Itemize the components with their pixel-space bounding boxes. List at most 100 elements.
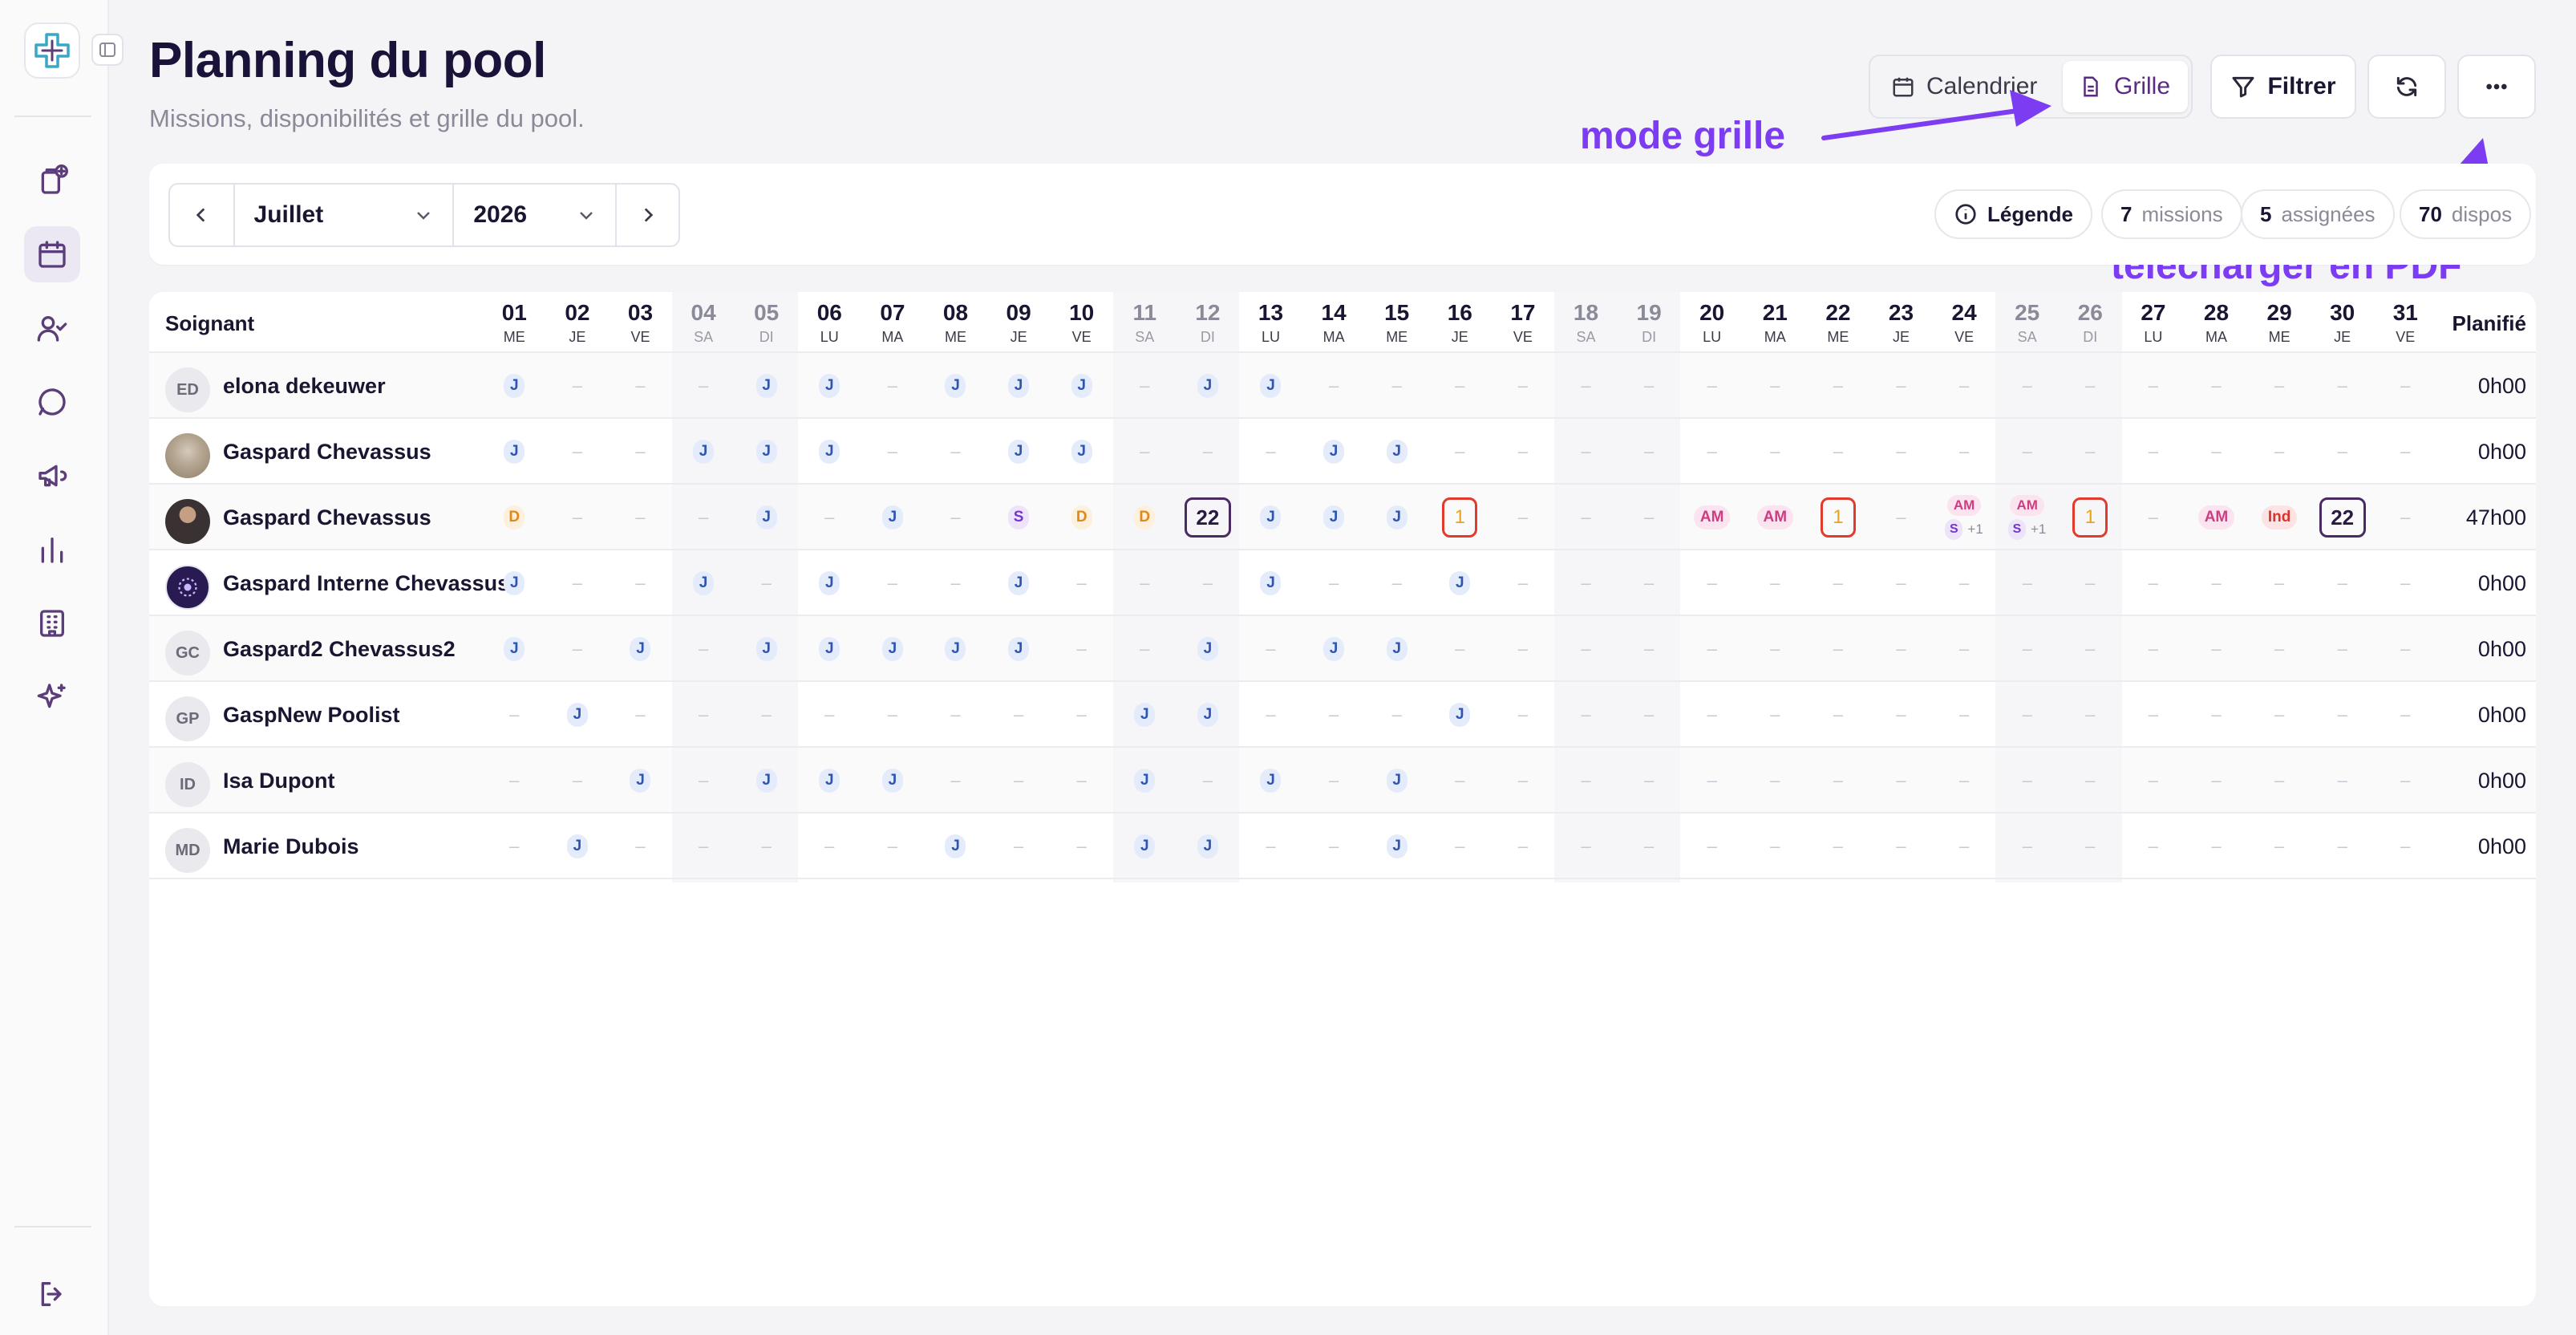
grid-cell[interactable]: – (2248, 748, 2311, 814)
grid-cell[interactable]: – (1680, 616, 1744, 682)
grid-cell[interactable]: – (2311, 419, 2374, 485)
grid-cell[interactable]: – (546, 748, 610, 814)
grid-cell[interactable]: – (1239, 419, 1302, 485)
grid-cell[interactable]: J (987, 550, 1051, 616)
view-grid-button[interactable]: Grille (2063, 61, 2188, 112)
grid-cell[interactable]: – (987, 814, 1051, 879)
grid-cell[interactable]: – (861, 550, 925, 616)
grid-cell[interactable]: – (1933, 814, 1996, 879)
refresh-button[interactable] (2367, 55, 2446, 119)
grid-cell[interactable]: – (609, 485, 672, 550)
grid-cell[interactable]: – (1302, 353, 1366, 419)
grid-cell[interactable]: J (798, 419, 861, 485)
grid-cell[interactable]: – (1744, 550, 1807, 616)
sidebar-item-statistics[interactable] (24, 521, 80, 578)
grid-cell[interactable]: – (1302, 682, 1366, 748)
grid-cell[interactable]: – (1113, 419, 1177, 485)
grid-cell[interactable]: – (1239, 814, 1302, 879)
grid-cell[interactable]: J (1365, 616, 1428, 682)
grid-row[interactable]: Gaspard Interne Chevassus 0h00 J – – J – J – – J – –… (149, 550, 2536, 616)
grid-cell[interactable]: 1 (2059, 485, 2122, 550)
grid-cell[interactable]: – (2374, 485, 2437, 550)
grid-cell[interactable]: J (987, 353, 1051, 419)
grid-cell[interactable]: – (1050, 814, 1113, 879)
sidebar-collapse-button[interactable] (91, 34, 124, 66)
grid-cell[interactable]: – (1113, 550, 1177, 616)
grid-cell[interactable]: – (1618, 550, 1681, 616)
grid-cell[interactable]: 1 (1428, 485, 1492, 550)
grid-cell[interactable]: – (861, 419, 925, 485)
grid-cell[interactable]: – (924, 550, 987, 616)
grid-cell[interactable]: – (1933, 353, 1996, 419)
grid-cell[interactable]: J (1113, 682, 1177, 748)
grid-cell[interactable]: – (2311, 353, 2374, 419)
sidebar-item-new-mission[interactable] (24, 152, 80, 209)
grid-cell[interactable]: – (2185, 550, 2248, 616)
grid-cell[interactable]: – (1680, 748, 1744, 814)
assigned-mission-box[interactable]: 22 (2319, 497, 2366, 538)
grid-cell[interactable]: – (2185, 814, 2248, 879)
grid-cell[interactable]: – (1113, 353, 1177, 419)
grid-cell[interactable]: – (2248, 682, 2311, 748)
prev-month-button[interactable] (170, 185, 233, 245)
grid-cell[interactable]: – (1239, 682, 1302, 748)
year-select[interactable]: 2026 (452, 185, 615, 245)
grid-cell[interactable]: – (546, 353, 610, 419)
grid-row[interactable]: ID Isa Dupont 0h00– – J – J J J – – – J – J – J – – – – – – – – –… (149, 748, 2536, 814)
grid-cell[interactable]: – (609, 353, 672, 419)
grid-cell[interactable]: – (1869, 814, 1933, 879)
grid-cell[interactable]: – (1744, 353, 1807, 419)
grid-cell[interactable]: J (1365, 814, 1428, 879)
grid-cell[interactable]: – (1302, 748, 1366, 814)
grid-row[interactable]: Gaspard Chevassus 0h00 J – – J J J – – J J – – – J J – – – –… (149, 419, 2536, 485)
grid-cell[interactable]: – (2374, 419, 2437, 485)
grid-row[interactable]: MD Marie Dubois 0h00– J – – – – – J – – J J – – J – – – – – – –… (149, 814, 2536, 879)
grid-cell[interactable]: J (1177, 682, 1240, 748)
more-options-button[interactable] (2457, 55, 2536, 119)
grid-cell[interactable]: – (546, 616, 610, 682)
grid-cell[interactable]: – (672, 814, 735, 879)
grid-cell[interactable]: – (1365, 682, 1428, 748)
grid-cell[interactable]: J (735, 485, 798, 550)
grid-cell[interactable]: J (609, 748, 672, 814)
grid-cell[interactable]: – (672, 485, 735, 550)
grid-cell[interactable]: J (1239, 353, 1302, 419)
grid-cell[interactable]: – (1365, 550, 1428, 616)
grid-cell[interactable]: – (1554, 550, 1618, 616)
grid-cell[interactable]: – (2374, 682, 2437, 748)
grid-cell[interactable]: – (2122, 353, 2185, 419)
grid-cell[interactable]: – (1618, 419, 1681, 485)
assigned-mission-box[interactable]: 22 (1184, 497, 1231, 538)
grid-cell[interactable]: – (2311, 748, 2374, 814)
grid-cell[interactable]: – (2311, 682, 2374, 748)
legend-button[interactable]: Légende (1934, 189, 2092, 239)
grid-cell[interactable]: J (798, 748, 861, 814)
grid-cell[interactable]: – (1995, 814, 2059, 879)
grid-cell[interactable]: – (798, 682, 861, 748)
grid-cell[interactable]: – (1428, 419, 1492, 485)
grid-cell[interactable]: Ind (2248, 485, 2311, 550)
grid-cell[interactable]: – (861, 814, 925, 879)
grid-cell[interactable]: J (1365, 748, 1428, 814)
grid-cell[interactable]: – (1995, 682, 2059, 748)
grid-cell[interactable]: – (1050, 748, 1113, 814)
grid-cell[interactable]: J (1428, 682, 1492, 748)
view-calendar-button[interactable]: Calendrier (1875, 61, 2060, 112)
grid-cell[interactable]: – (1492, 353, 1555, 419)
grid-cell[interactable]: – (2122, 682, 2185, 748)
grid-cell[interactable]: – (1177, 550, 1240, 616)
grid-cell[interactable]: J (987, 419, 1051, 485)
grid-cell[interactable]: – (609, 419, 672, 485)
grid-cell[interactable]: S (987, 485, 1051, 550)
grid-cell[interactable]: – (1492, 485, 1555, 550)
grid-cell[interactable]: – (1744, 682, 1807, 748)
grid-cell[interactable]: – (1428, 814, 1492, 879)
grid-cell[interactable]: – (1618, 485, 1681, 550)
grid-cell[interactable]: – (1492, 616, 1555, 682)
grid-cell[interactable]: – (2122, 748, 2185, 814)
open-mission-box[interactable]: 1 (1820, 497, 1856, 538)
grid-cell[interactable]: – (1744, 419, 1807, 485)
grid-cell[interactable]: – (1680, 814, 1744, 879)
grid-cell[interactable]: – (1050, 550, 1113, 616)
sidebar-item-users[interactable] (24, 300, 80, 356)
